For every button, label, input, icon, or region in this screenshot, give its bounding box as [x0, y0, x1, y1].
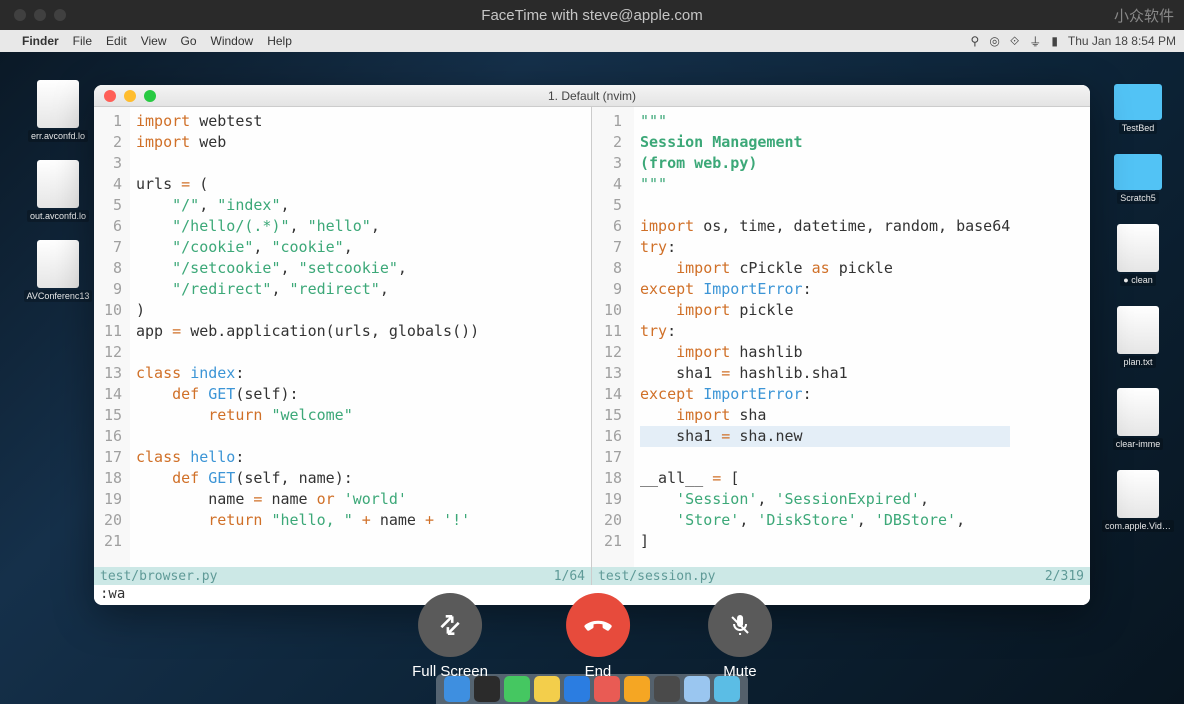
file-icon [37, 240, 79, 288]
minimize-icon[interactable] [124, 90, 136, 102]
statusbar-right: test/session.py 2/319 [592, 567, 1090, 585]
statusbar-left: test/browser.py 1/64 [94, 567, 591, 585]
desktop-icons-right: TestBed Scratch5 ● clean plan.txt clear-imme… [1106, 84, 1170, 532]
desktop-file[interactable]: AVConferenc13 [26, 240, 90, 302]
statusbar-file: test/session.py [598, 566, 715, 587]
desktop-file[interactable]: plan.txt [1106, 306, 1170, 368]
desktop-file-label: err.avconfd.lo [28, 130, 88, 142]
statusbar-file: test/browser.py [100, 566, 217, 587]
desktop-file-label: com.apple.VideoConference.plist [1102, 520, 1174, 532]
facetime-title: FaceTime with steve@apple.com [481, 7, 702, 24]
desktop-file[interactable]: com.apple.VideoConference.plist [1106, 470, 1170, 532]
outer-traffic-lights [14, 9, 66, 21]
fullscreen-label: Full Screen [412, 663, 488, 680]
file-icon [1117, 224, 1159, 272]
desktop-file-label: AVConferenc13 [24, 290, 93, 302]
zoom-button[interactable] [54, 9, 66, 21]
menubar-item[interactable]: View [141, 34, 167, 48]
menubar-item[interactable]: Edit [106, 34, 127, 48]
desktop-file-label: ● clean [1120, 274, 1155, 286]
desktop-file-label: out.avconfd.lo [27, 210, 89, 222]
facetime-controls: Full Screen End Mute [412, 593, 772, 680]
desktop-file[interactable]: Scratch5 [1106, 154, 1170, 204]
menubar-item[interactable]: Go [181, 34, 197, 48]
control-icon[interactable]: ◎ [989, 34, 999, 48]
watermark: 小众软件 [1114, 0, 1174, 30]
mute-button[interactable]: Mute [708, 593, 772, 680]
menubar-datetime[interactable]: Thu Jan 18 8:54 PM [1068, 34, 1176, 48]
menubar-item[interactable]: Help [267, 34, 292, 48]
file-icon [37, 160, 79, 208]
desktop-file-label: Scratch5 [1117, 192, 1159, 204]
zoom-icon[interactable] [144, 90, 156, 102]
terminal-window: 1. Default (nvim) 1234567891011121314151… [94, 85, 1090, 605]
line-gutter: 123456789101112131415161718192021 [94, 107, 130, 567]
file-icon [1117, 388, 1159, 436]
bluetooth-icon[interactable]: ⟐ [1010, 34, 1019, 49]
editor-pane-left[interactable]: 123456789101112131415161718192021 import… [94, 107, 592, 585]
menubar-item[interactable]: Window [211, 34, 254, 48]
battery-icon[interactable]: ▮ [1051, 34, 1058, 48]
mic-icon [708, 593, 772, 657]
fullscreen-button[interactable]: Full Screen [412, 593, 488, 680]
fullscreen-icon [418, 593, 482, 657]
code-content[interactable]: """Session Management(from web.py)""" im… [634, 107, 1016, 567]
statusbar-pos: 2/319 [1045, 566, 1084, 587]
desktop-file[interactable]: TestBed [1106, 84, 1170, 134]
file-icon [1117, 470, 1159, 518]
close-icon[interactable] [104, 90, 116, 102]
close-button[interactable] [14, 9, 26, 21]
terminal-title: 1. Default (nvim) [548, 89, 636, 103]
menubar-app[interactable]: Finder [22, 34, 59, 48]
desktop-file[interactable]: out.avconfd.lo [26, 160, 90, 222]
end-call-button[interactable]: End [566, 593, 630, 680]
file-icon [1117, 306, 1159, 354]
desktop-file-label: clear-imme [1113, 438, 1164, 450]
terminal-titlebar[interactable]: 1. Default (nvim) [94, 85, 1090, 107]
desktop-icons-left: err.avconfd.lo out.avconfd.lo AVConferenc1… [26, 80, 90, 302]
facetime-titlebar: FaceTime with steve@apple.com 小众软件 [0, 0, 1184, 30]
menubar-item[interactable]: File [73, 34, 92, 48]
wifi-icon[interactable]: ⏚ [1029, 33, 1041, 50]
code-content[interactable]: import webtestimport web urls = ( "/", "… [130, 107, 485, 567]
mute-label: Mute [723, 663, 756, 680]
line-gutter: 123456789101112131415161718192021 [592, 107, 634, 567]
desktop-file[interactable]: err.avconfd.lo [26, 80, 90, 142]
minimize-button[interactable] [34, 9, 46, 21]
desktop-file-label: plan.txt [1120, 356, 1155, 368]
folder-icon [1114, 84, 1162, 120]
statusbar-pos: 1/64 [554, 566, 585, 587]
folder-icon [1114, 154, 1162, 190]
hangup-icon [566, 593, 630, 657]
desktop-file[interactable]: ● clean [1106, 224, 1170, 286]
shared-desktop: Finder FileEditViewGoWindowHelp ⚲ ◎ ⟐ ⏚ … [0, 30, 1184, 704]
macos-menubar: Finder FileEditViewGoWindowHelp ⚲ ◎ ⟐ ⏚ … [0, 30, 1184, 52]
end-label: End [585, 663, 612, 680]
spotlight-icon[interactable]: ⚲ [971, 34, 980, 48]
desktop-file[interactable]: clear-imme [1106, 388, 1170, 450]
desktop-file-label: TestBed [1119, 122, 1158, 134]
file-icon [37, 80, 79, 128]
editor-pane-right[interactable]: 123456789101112131415161718192021 """Ses… [592, 107, 1090, 585]
